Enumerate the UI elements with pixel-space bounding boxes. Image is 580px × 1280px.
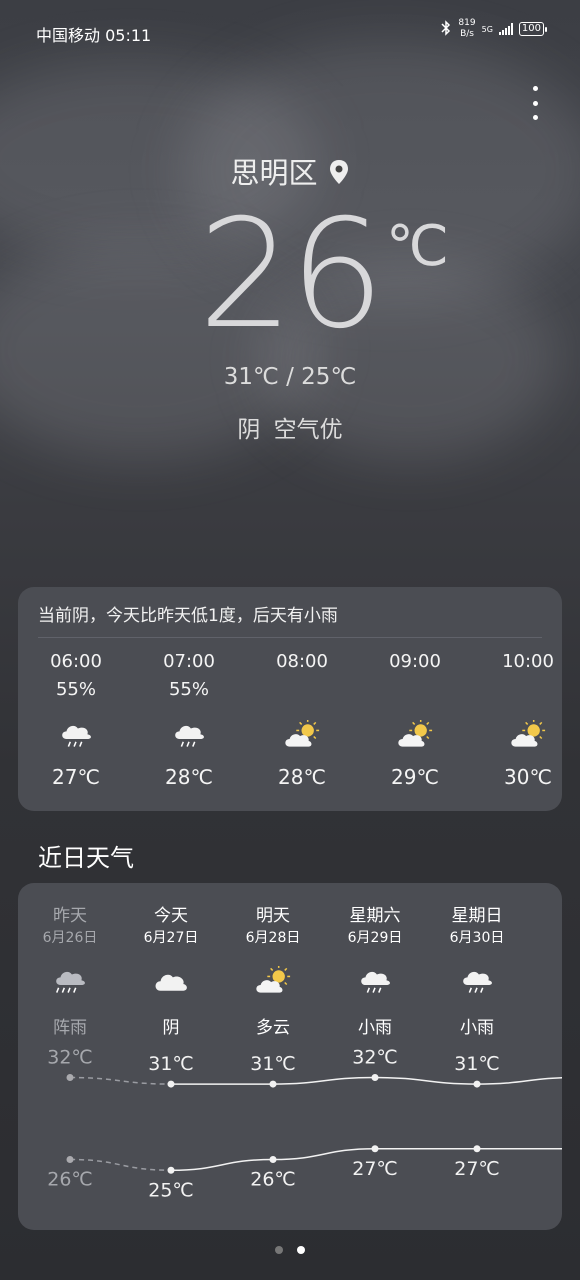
bluetooth-icon [440,19,452,39]
high-temp-label: 32℃ [352,1047,398,1069]
hour-temp: 28℃ [165,765,213,789]
low-temp-label: 26℃ [250,1169,296,1191]
temperature-unit: ℃ [386,214,449,279]
daily-forecast-card[interactable]: 昨天 6月26日 阵雨 今天 6月27日 阴明天 6月28日 多云 星期六 6月29… [18,883,562,1230]
location-pin-icon [328,158,350,192]
low-temp-point [66,1156,74,1163]
hourly-item: 08:00 28℃ [252,651,352,789]
high-temp-label: 31℃ [454,1053,500,1075]
low-temp-point [167,1166,175,1174]
status-bar: 中国移动 05:11 819 B/s 5G 100 [36,18,548,46]
signal-icon [498,23,513,35]
high-temp-past-line [69,1076,172,1085]
current-temperature: 26 [198,188,385,362]
hourly-forecast-card[interactable]: 当前阴，今天比昨天低1度，后天有小雨 06:00 55% 27℃ 07:00 55… [18,587,562,811]
low-temp-label: 27℃ [352,1158,398,1180]
page-dot-2[interactable] [297,1246,305,1254]
net-speed-unit: B/s [460,29,474,39]
high-temp-point [473,1080,481,1088]
hour-temp: 29℃ [391,765,439,789]
precip-chance: 55% [55,679,96,700]
sun-cloud-icon [478,707,562,763]
hour-time: 06:00 [50,651,102,672]
temperature-range: 31℃ / 25℃ [223,364,357,390]
high-temp-point [167,1080,175,1088]
low-temp-point [473,1145,481,1153]
page-dot-1[interactable] [275,1246,283,1254]
hour-temp: 28℃ [278,765,326,789]
hour-temp: 30℃ [504,765,552,789]
high-temp-point [66,1074,74,1082]
rain-cloud-icon [26,707,126,763]
low-temp-point [371,1145,379,1153]
high-temp-label: 31℃ [250,1053,296,1075]
high-temp-point [269,1080,277,1088]
hour-time: 10:00 [502,651,554,672]
status-icons: 819 B/s 5G 100 [440,18,548,40]
low-temp-point [269,1156,277,1163]
precip-chance: 55% [168,679,209,700]
temperature-trend-chart: 32℃31℃31℃32℃31℃326℃25℃26℃27℃27℃2 [47,1047,562,1201]
high-temp-point [371,1074,379,1082]
low-temp-label: 27℃ [454,1158,500,1180]
low-temp-label: 26℃ [47,1169,93,1191]
forecast-summary: 当前阴，今天比昨天低1度，后天有小雨 [38,606,338,626]
net-speed-value: 819 [458,18,476,28]
net-speed: 819 B/s [458,18,475,40]
high-temp-label: 32℃ [47,1047,93,1069]
location-header[interactable]: 思明区 [0,150,580,192]
rain-cloud-icon [139,707,239,763]
precip-chance [252,679,352,707]
hourly-item: 07:00 55% 28℃ [139,651,239,789]
current-condition: 阴 空气优 [237,417,343,443]
page-indicator [0,1246,580,1254]
hourly-item: 06:00 55% 27℃ [26,651,126,789]
daily-section-title: 近日天气 [38,844,134,872]
high-temp-label: 31℃ [148,1053,194,1075]
hour-temp: 27℃ [52,765,100,789]
battery-icon: 100 [518,22,548,36]
sun-cloud-icon [252,707,352,763]
divider [38,637,542,638]
location-name: 思明区 [230,156,318,190]
precip-chance [365,679,465,707]
low-temp-label: 25℃ [148,1179,194,1201]
more-options-icon[interactable] [530,86,540,120]
sun-cloud-icon [365,707,465,763]
hour-time: 07:00 [163,651,215,672]
carrier-time: 中国移动 05:11 [36,26,152,45]
hourly-item: 10:00 30℃ [478,651,562,789]
hour-time: 08:00 [276,651,328,672]
network-type: 5G [481,24,493,34]
hour-time: 09:00 [389,651,441,672]
high-temp-line [171,1076,562,1085]
precip-chance [478,679,562,707]
hourly-item: 09:00 29℃ [365,651,465,789]
